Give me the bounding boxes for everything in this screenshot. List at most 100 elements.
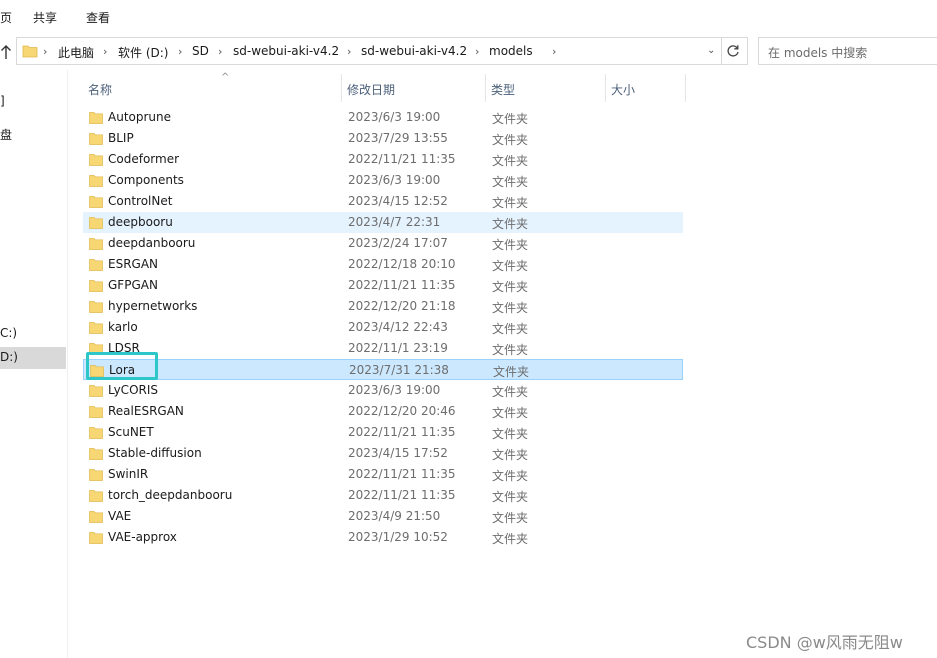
- file-row[interactable]: LDSR 2022/11/1 23:19 文件夹: [83, 338, 683, 359]
- file-name: ControlNet: [108, 194, 173, 208]
- file-row[interactable]: karlo 2023/4/12 22:43 文件夹: [83, 317, 683, 338]
- file-name: SwinIR: [108, 467, 149, 481]
- ribbon: 页 共享 查看: [0, 0, 937, 32]
- file-type: 文件夹: [492, 259, 529, 273]
- file-name: RealESRGAN: [108, 404, 184, 418]
- folder-icon: [89, 427, 103, 439]
- file-row[interactable]: Components 2023/6/3 19:00 文件夹: [83, 170, 683, 191]
- refresh-icon[interactable]: [725, 43, 741, 59]
- file-name: deepdanbooru: [108, 236, 196, 250]
- file-date: 2023/6/3 19:00: [348, 173, 441, 187]
- file-row[interactable]: RealESRGAN 2022/12/20 20:46 文件夹: [83, 401, 683, 422]
- file-type: 文件夹: [492, 343, 529, 357]
- file-row[interactable]: LyCORIS 2023/6/3 19:00 文件夹: [83, 380, 683, 401]
- file-row[interactable]: VAE 2023/4/9 21:50 文件夹: [83, 506, 683, 527]
- column-header-date[interactable]: 修改日期: [342, 74, 486, 102]
- chevron-down-icon[interactable]: ⌄: [707, 45, 715, 56]
- tab-share[interactable]: 共享: [33, 9, 57, 26]
- file-date: 2023/6/3 19:00: [348, 110, 441, 124]
- folder-icon: [89, 448, 103, 460]
- chevron-right-icon[interactable]: ›: [178, 45, 182, 58]
- file-name: Codeformer: [108, 152, 180, 166]
- nav-item-disk[interactable]: 盘: [0, 126, 12, 143]
- file-row[interactable]: Stable-diffusion 2023/4/15 17:52 文件夹: [83, 443, 683, 464]
- file-row[interactable]: ScuNET 2022/11/21 11:35 文件夹: [83, 422, 683, 443]
- chevron-right-icon[interactable]: ›: [552, 45, 556, 58]
- breadcrumb-webui-2[interactable]: sd-webui-aki-v4.2: [361, 44, 467, 58]
- chevron-right-icon[interactable]: ›: [43, 45, 47, 58]
- folder-icon: [89, 217, 103, 229]
- file-date: 2023/4/7 22:31: [348, 215, 441, 229]
- file-row[interactable]: ESRGAN 2022/12/18 20:10 文件夹: [83, 254, 683, 275]
- file-type: 文件夹: [492, 217, 529, 231]
- folder-icon: [89, 238, 103, 250]
- chevron-right-icon[interactable]: ›: [103, 45, 107, 58]
- file-row[interactable]: GFPGAN 2022/11/21 11:35 文件夹: [83, 275, 683, 296]
- chevron-right-icon[interactable]: ›: [347, 45, 351, 58]
- breadcrumb-webui-1[interactable]: sd-webui-aki-v4.2: [233, 44, 339, 58]
- file-date: 2022/12/20 20:46: [348, 404, 456, 418]
- breadcrumb-sd[interactable]: SD: [192, 44, 209, 58]
- file-name: VAE: [108, 509, 132, 523]
- file-date: 2023/4/15 12:52: [348, 194, 448, 208]
- file-date: 2023/4/15 17:52: [348, 446, 448, 460]
- file-row[interactable]: Lora 2023/7/31 21:38 文件夹: [83, 359, 683, 380]
- file-date: 2022/11/1 23:19: [348, 341, 448, 355]
- column-header-type[interactable]: 类型: [486, 74, 606, 102]
- annotation-highlight-box: [86, 352, 158, 380]
- breadcrumb-models[interactable]: models: [489, 44, 533, 58]
- chevron-right-icon[interactable]: ›: [475, 45, 479, 58]
- file-row[interactable]: Autoprune 2023/6/3 19:00 文件夹: [83, 107, 683, 128]
- folder-icon: [89, 511, 103, 523]
- up-arrow-icon[interactable]: [0, 44, 12, 60]
- file-type: 文件夹: [492, 511, 529, 525]
- column-header-size[interactable]: 大小: [606, 74, 686, 102]
- file-type: 文件夹: [492, 196, 529, 210]
- search-input[interactable]: 在 models 中搜索: [768, 44, 867, 61]
- file-row[interactable]: Codeformer 2022/11/21 11:35 文件夹: [83, 149, 683, 170]
- file-row[interactable]: SwinIR 2022/11/21 11:35 文件夹: [83, 464, 683, 485]
- watermark: CSDN @w风雨无阻w: [746, 633, 903, 652]
- nav-item-partial[interactable]: ]: [0, 94, 5, 108]
- file-name: Components: [108, 173, 184, 187]
- chevron-right-icon[interactable]: ›: [218, 45, 222, 58]
- breadcrumb-drive-d[interactable]: 软件 (D:): [118, 44, 168, 61]
- file-date: 2023/2/24 17:07: [348, 236, 448, 250]
- file-type: 文件夹: [492, 280, 529, 294]
- file-name: Stable-diffusion: [108, 446, 202, 460]
- folder-icon: [89, 154, 103, 166]
- folder-icon: [22, 45, 38, 58]
- file-type: 文件夹: [492, 154, 529, 168]
- file-row[interactable]: deepbooru 2023/4/7 22:31 文件夹: [83, 212, 683, 233]
- breadcrumb-this-pc[interactable]: 此电脑: [58, 44, 94, 61]
- file-name: BLIP: [108, 131, 134, 145]
- file-row[interactable]: BLIP 2023/7/29 13:55 文件夹: [83, 128, 683, 149]
- column-header-name[interactable]: 名称 ^: [83, 72, 342, 102]
- folder-icon: [89, 196, 103, 208]
- file-row[interactable]: deepdanbooru 2023/2/24 17:07 文件夹: [83, 233, 683, 254]
- nav-item-drive-c[interactable]: C:): [0, 326, 17, 340]
- file-row[interactable]: torch_deepdanbooru 2022/11/21 11:35 文件夹: [83, 485, 683, 506]
- address-bar[interactable]: › 此电脑 › 软件 (D:) › SD › sd-webui-aki-v4.2…: [16, 37, 748, 65]
- file-row[interactable]: VAE-approx 2023/1/29 10:52 文件夹: [83, 527, 683, 548]
- file-row[interactable]: ControlNet 2023/4/15 12:52 文件夹: [83, 191, 683, 212]
- file-date: 2022/12/20 21:18: [348, 299, 456, 313]
- folder-icon: [89, 532, 103, 544]
- folder-icon: [89, 259, 103, 271]
- file-name: ScuNET: [108, 425, 154, 439]
- tab-home[interactable]: 页: [0, 9, 12, 26]
- file-name: deepbooru: [108, 215, 173, 229]
- file-type: 文件夹: [492, 238, 529, 252]
- file-type: 文件夹: [492, 469, 529, 483]
- file-name: hypernetworks: [108, 299, 198, 313]
- file-date: 2023/6/3 19:00: [348, 383, 441, 397]
- file-name: torch_deepdanbooru: [108, 488, 233, 502]
- nav-item-drive-d[interactable]: D:): [0, 347, 66, 369]
- file-type: 文件夹: [493, 365, 530, 379]
- file-date: 2023/7/31 21:38: [349, 363, 449, 377]
- folder-icon: [89, 469, 103, 481]
- tab-view[interactable]: 查看: [86, 9, 110, 26]
- search-box[interactable]: 在 models 中搜索: [758, 37, 937, 65]
- file-name: ESRGAN: [108, 257, 159, 271]
- file-row[interactable]: hypernetworks 2022/12/20 21:18 文件夹: [83, 296, 683, 317]
